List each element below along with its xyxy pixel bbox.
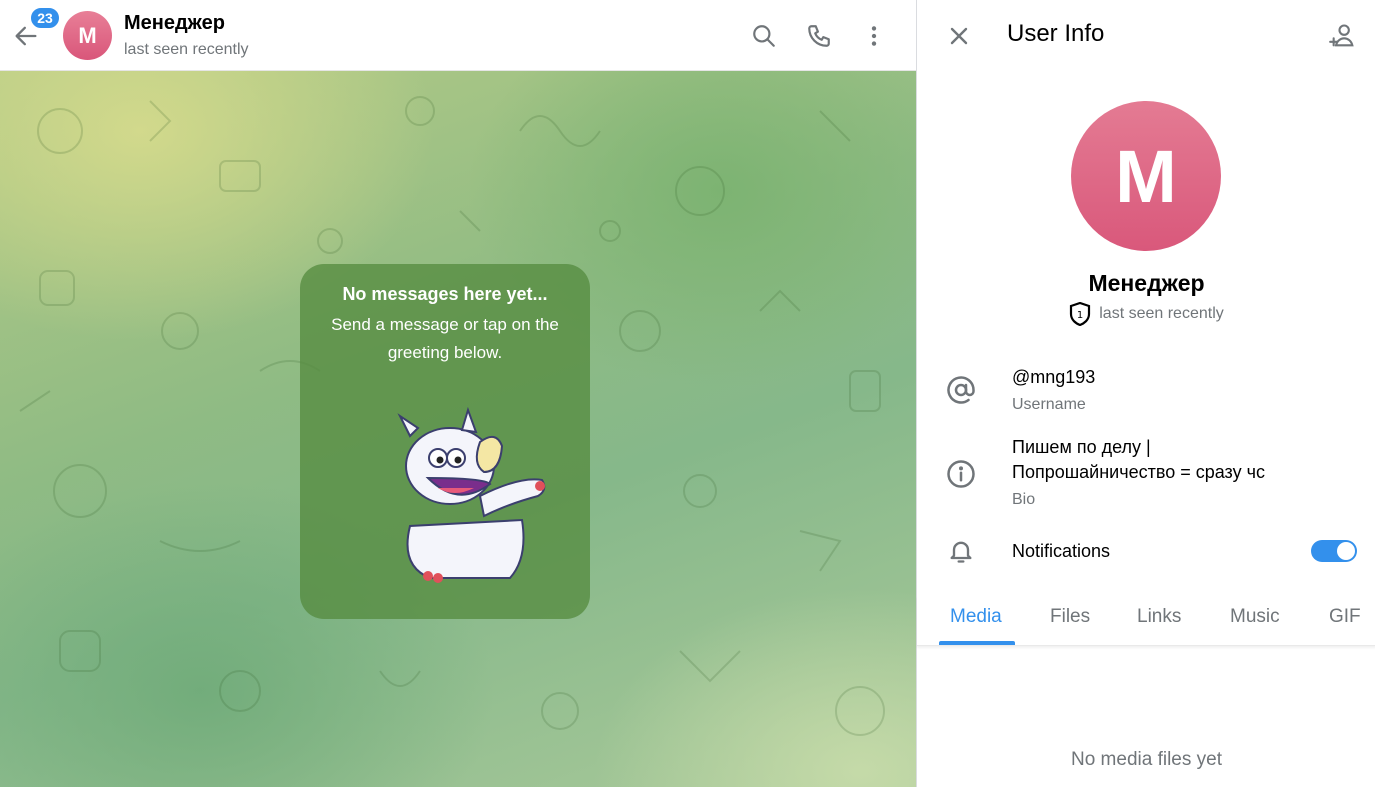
avatar[interactable]: M: [63, 11, 112, 60]
greeting-sticker[interactable]: [370, 406, 550, 586]
notifications-toggle[interactable]: [1311, 540, 1357, 562]
bio-line-1: Пишем по делу |: [1012, 437, 1151, 457]
notifications-label: Notifications: [1012, 541, 1111, 561]
chat-background: No messages here yet... Send a message o…: [0, 71, 916, 787]
shield-badge-number: 1: [1077, 310, 1083, 321]
profile-status-row: 1 last seen recently: [917, 302, 1375, 326]
empty-chat-card: No messages here yet... Send a message o…: [300, 264, 590, 619]
bio-label: Bio: [1012, 491, 1036, 508]
profile-avatar[interactable]: M: [1071, 101, 1221, 251]
more-button[interactable]: [854, 16, 894, 56]
tab-gif[interactable]: GIF: [1329, 606, 1361, 628]
add-contact-button[interactable]: [1323, 16, 1363, 56]
more-vertical-icon: [871, 26, 877, 46]
username-value[interactable]: @mng193: [1012, 365, 1095, 390]
bio-line-2: Попрошайничество = сразу чс: [1012, 462, 1265, 482]
no-media-text: No media files yet: [1070, 749, 1222, 770]
empty-subtitle: Send a message or tap on the greeting be…: [331, 315, 559, 362]
tab-music[interactable]: Music: [1230, 606, 1280, 628]
empty-title: No messages here yet...: [342, 284, 548, 304]
search-icon: [753, 25, 775, 47]
profile-name: Менеджер: [1088, 270, 1205, 296]
close-icon: [950, 27, 968, 45]
chat-status: last seen recently: [124, 41, 249, 58]
active-tab-indicator: [939, 641, 1015, 645]
info-icon: [943, 456, 979, 492]
shield-icon: 1: [1070, 302, 1091, 326]
bell-icon: [943, 533, 979, 569]
add-contact-icon: [1329, 24, 1354, 47]
chat-title[interactable]: Менеджер: [124, 12, 225, 35]
user-info-header: User Info: [917, 0, 1375, 71]
toggle-knob: [1337, 542, 1355, 560]
search-button[interactable]: [744, 16, 784, 56]
tab-files[interactable]: Files: [1050, 606, 1090, 628]
tab-links[interactable]: Links: [1137, 606, 1181, 628]
media-tabs: Media Files Links Music GIF: [917, 596, 1375, 646]
unread-badge: 23: [29, 6, 61, 30]
call-button[interactable]: [799, 16, 839, 56]
username-label: Username: [1012, 396, 1086, 413]
profile-status: last seen recently: [1099, 305, 1224, 322]
user-info-title: User Info: [1007, 20, 1105, 47]
close-button[interactable]: [939, 16, 979, 56]
at-icon: [943, 372, 979, 408]
chat-panel: 23 M Менеджер last seen recently No mess…: [0, 0, 916, 787]
phone-icon: [808, 25, 830, 47]
user-info-panel: User Info M Менеджер 1 last seen recentl…: [916, 0, 1375, 787]
tab-media[interactable]: Media: [950, 606, 1002, 628]
chat-header: 23 M Менеджер last seen recently: [0, 0, 916, 71]
